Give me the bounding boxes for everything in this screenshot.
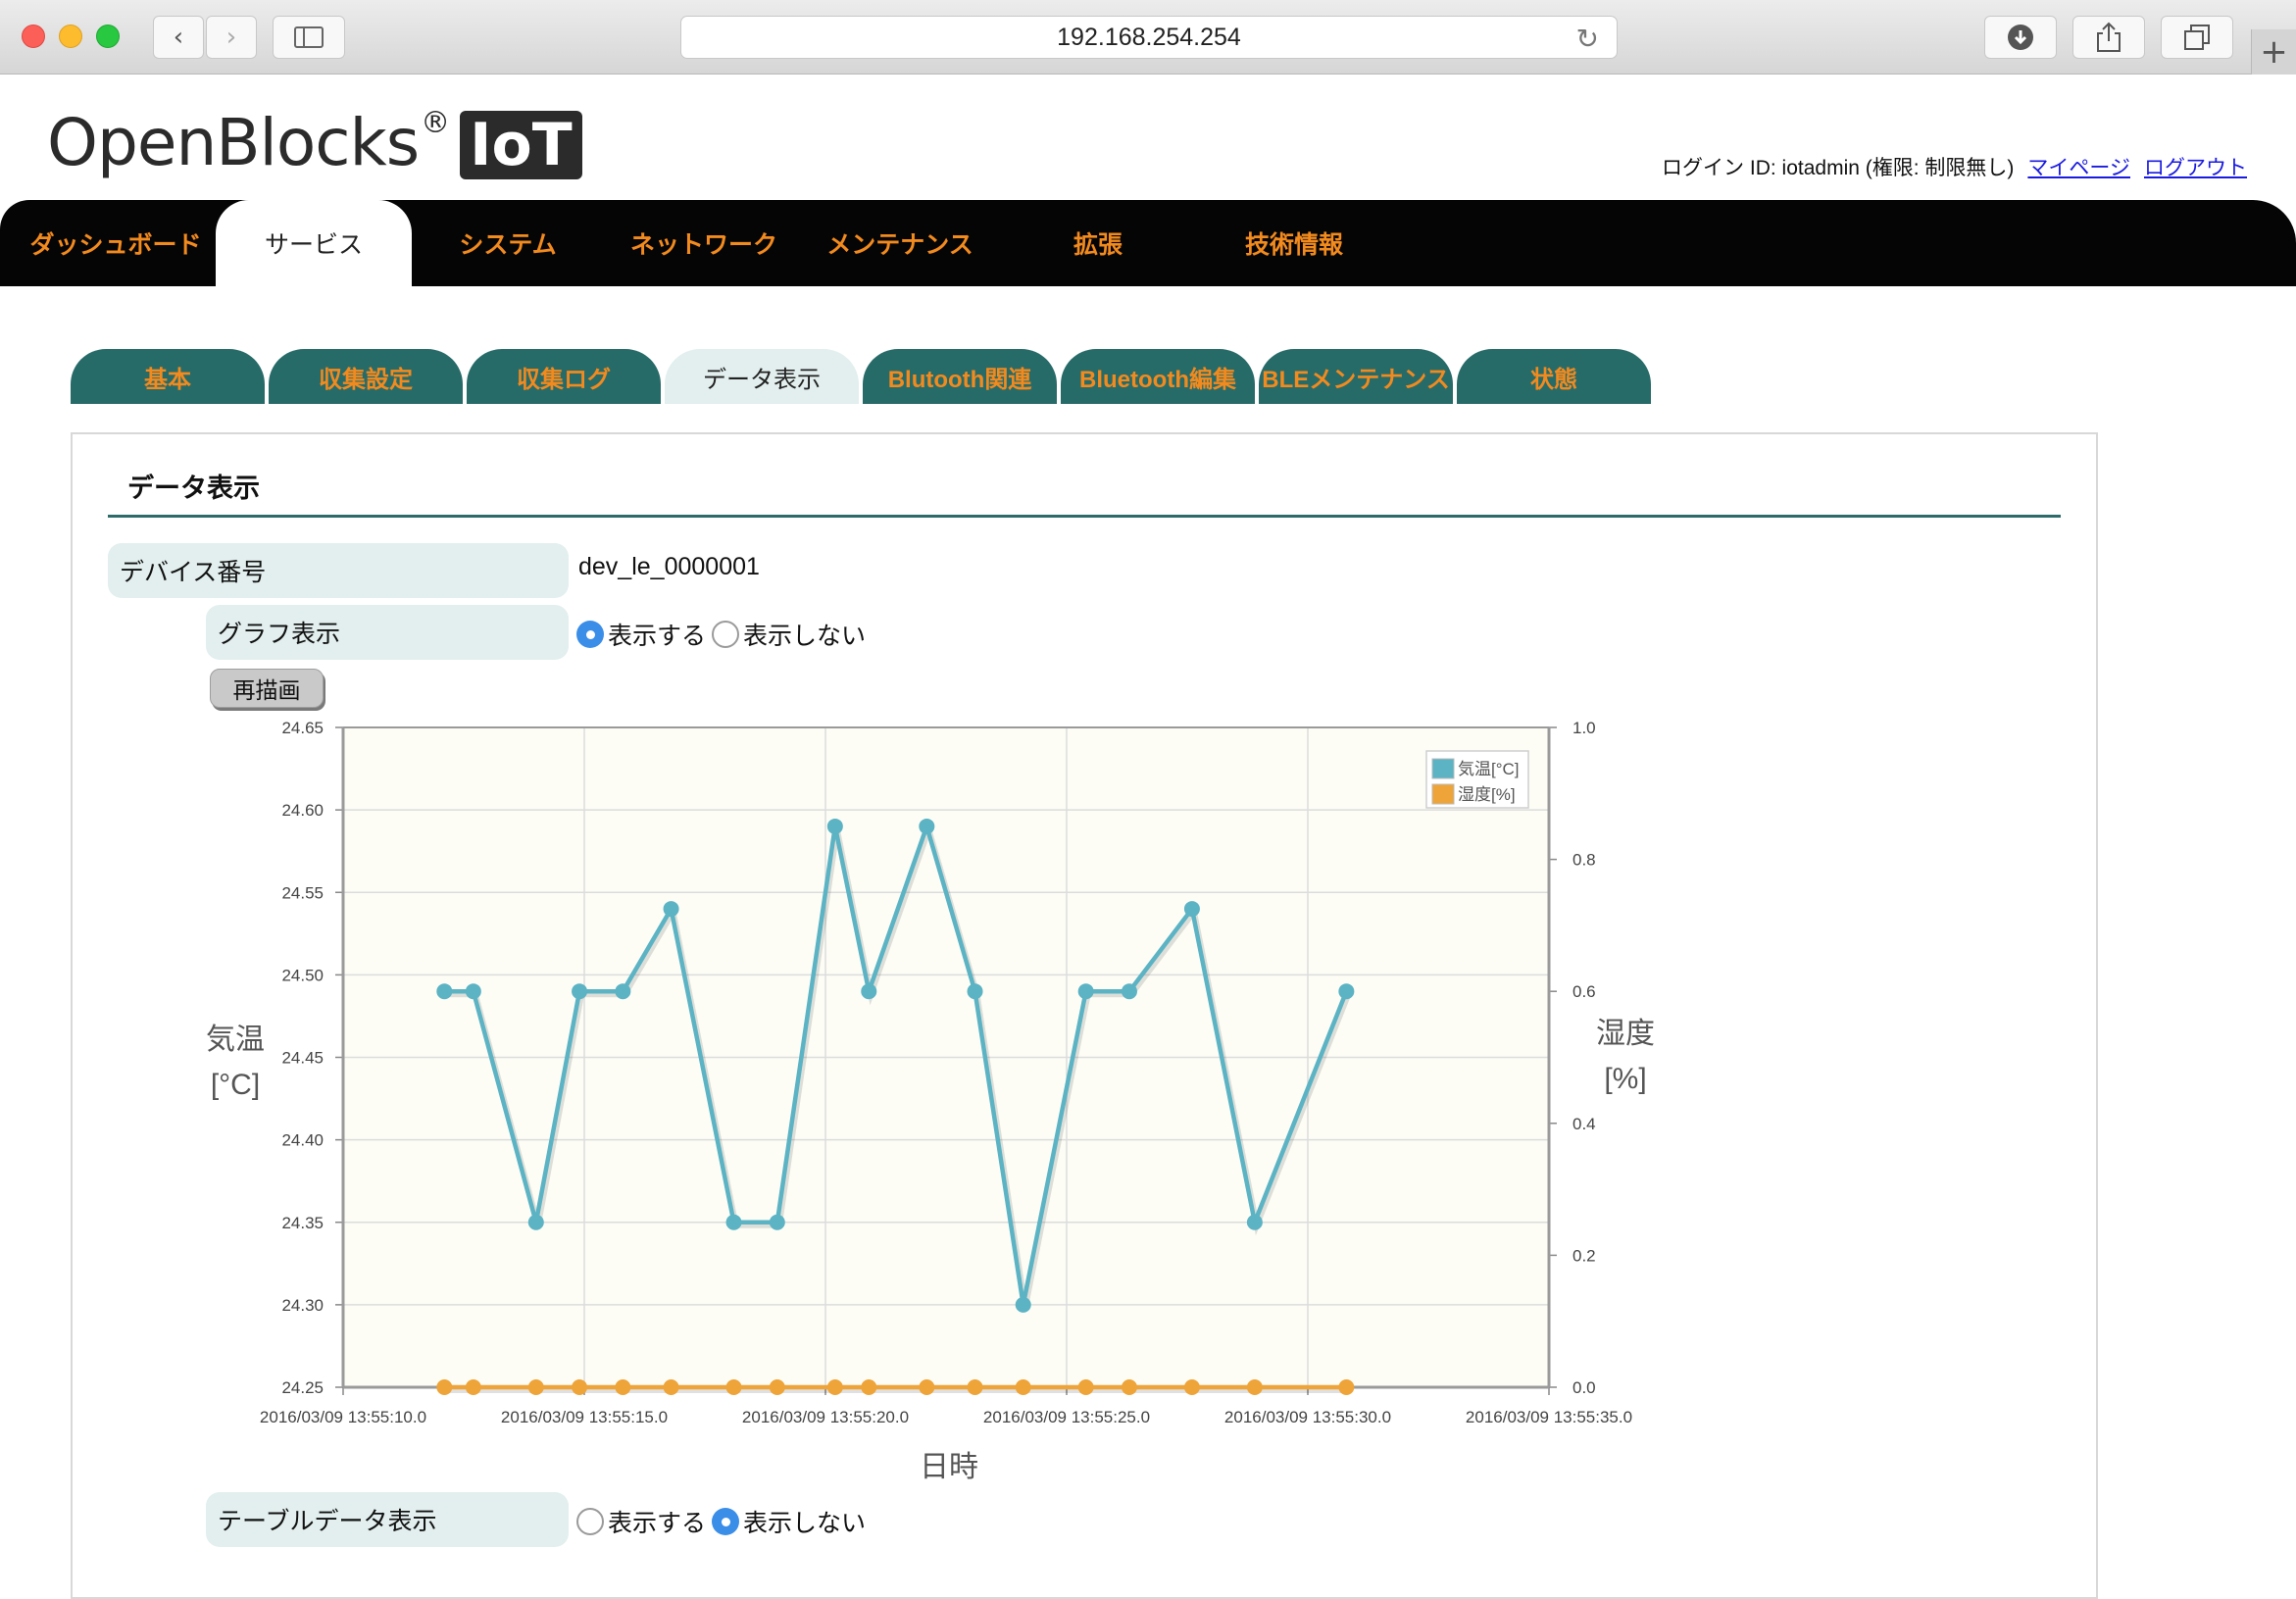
data-point [861,1379,877,1395]
legend-swatch [1431,758,1455,779]
y-axis-title-left: 気温 [206,1024,265,1056]
y-tick-label-left: 24.55 [281,883,324,902]
data-point [465,1379,481,1395]
y-tick-label-left: 24.50 [281,966,324,984]
x-axis-title: 日時 [920,1451,978,1483]
y-tick-label-right: 0.6 [1572,982,1596,1001]
y-tick-label-left: 24.60 [281,801,324,820]
data-point [1015,1296,1031,1313]
table-display-options: 表示する 表示しない [576,1504,872,1539]
data-point [919,818,935,834]
x-tick-label: 2016/03/09 13:55:20.0 [742,1408,909,1426]
y-tick-label-right: 0.0 [1572,1378,1596,1397]
y-axis-title-left-unit: [°C] [211,1069,260,1101]
table-show-label: 表示する [608,1509,707,1537]
y-tick-label-right: 1.0 [1572,719,1596,737]
data-point [1015,1379,1031,1395]
data-point [465,983,481,1000]
data-point [1246,1214,1263,1230]
y-tick-label-left: 24.35 [281,1214,324,1232]
y-tick-label-left: 24.30 [281,1296,324,1315]
legend-label: 湿度[%] [1458,785,1516,804]
data-point [826,818,843,834]
data-point [615,983,631,1000]
data-point [1183,1379,1200,1395]
y-tick-label-left: 24.25 [281,1378,324,1397]
data-point [919,1379,935,1395]
data-point [967,983,983,1000]
table-show-radio[interactable] [576,1508,604,1535]
data-point [1121,1379,1137,1395]
data-point [572,983,588,1000]
data-point [663,1379,679,1395]
x-tick-label: 2016/03/09 13:55:15.0 [501,1408,668,1426]
data-point [1121,983,1137,1000]
temperature-humidity-chart: 24.25 24.30 24.35 24.40 24.45 24.50 24.55 24.60… [206,719,1655,1483]
y-tick-label-left: 24.65 [281,719,324,737]
table-display-label: テーブルデータ表示 [206,1492,569,1547]
x-tick-label: 2016/03/09 13:55:25.0 [983,1408,1150,1426]
data-point [1338,983,1355,1000]
data-point [1077,1379,1094,1395]
data-point [436,983,453,1000]
data-point [769,1214,785,1230]
data-point [663,901,679,918]
data-point [1183,901,1200,918]
data-point [769,1379,785,1395]
x-tick-label: 2016/03/09 13:55:30.0 [1224,1408,1391,1426]
data-point [826,1379,843,1395]
table-hide-label: 表示しない [743,1509,867,1537]
data-point [725,1379,742,1395]
y-axis-title-right: 湿度 [1596,1018,1655,1050]
data-point [1077,983,1094,1000]
y-tick-label-right: 0.2 [1572,1246,1596,1265]
data-point [615,1379,631,1395]
y-axis-title-right-unit: [%] [1604,1063,1646,1095]
table-hide-radio[interactable] [712,1508,740,1535]
data-point [436,1379,453,1395]
legend-label: 気温[°C] [1458,760,1520,778]
legend-swatch [1431,783,1455,805]
data-point [967,1379,983,1395]
data-point [1246,1379,1263,1395]
y-tick-label-left: 24.40 [281,1131,324,1150]
x-tick-label: 2016/03/09 13:55:35.0 [1466,1408,1632,1426]
data-point [527,1214,544,1230]
data-point [725,1214,742,1230]
data-point [861,983,877,1000]
y-tick-label-right: 0.4 [1572,1115,1596,1133]
y-tick-label-right: 0.8 [1572,851,1596,870]
y-tick-label-left: 24.45 [281,1049,324,1068]
x-tick-label: 2016/03/09 13:55:10.0 [260,1408,426,1426]
data-point [527,1379,544,1395]
data-point [572,1379,588,1395]
data-point [1338,1379,1355,1395]
